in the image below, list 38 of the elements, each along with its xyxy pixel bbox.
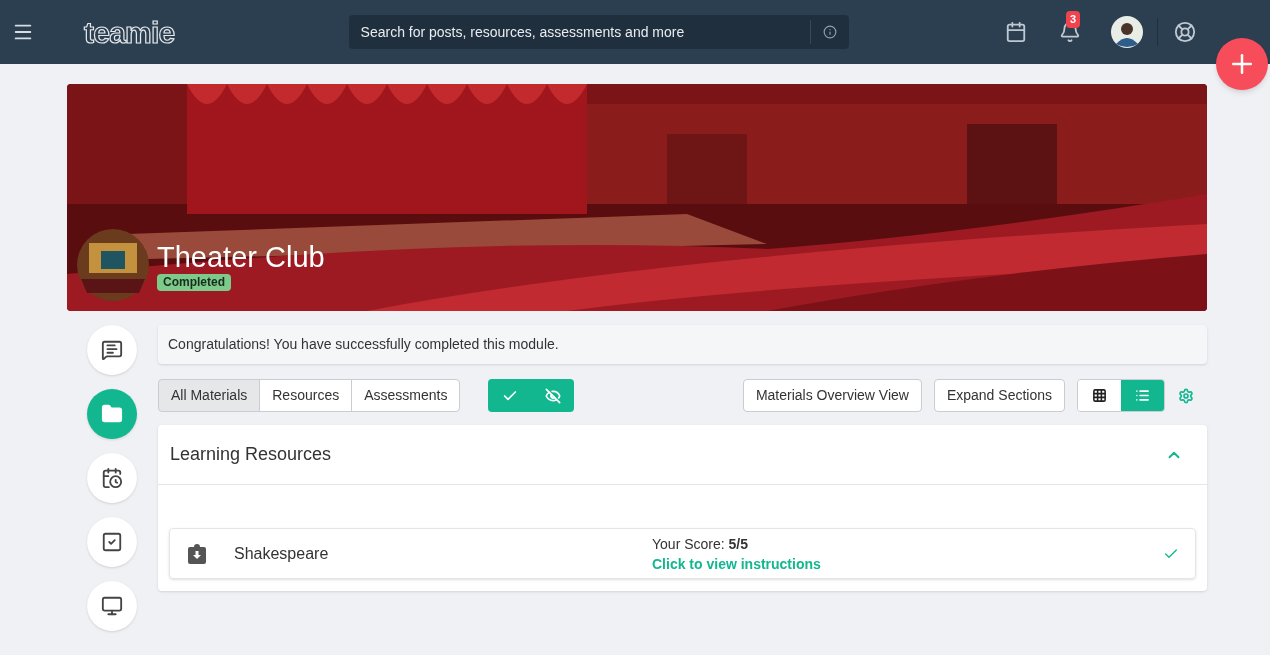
- action-button[interactable]: Expand Sections: [933, 379, 1065, 412]
- info-icon[interactable]: [822, 25, 837, 39]
- help-icon[interactable]: [1174, 21, 1196, 43]
- completion-message: Congratulations! You have successfully completed this module.: [158, 325, 1207, 364]
- nav-item[interactable]: [87, 517, 137, 567]
- resource-title: Shakespeare: [234, 543, 330, 564]
- add-button[interactable]: [1216, 38, 1268, 90]
- show-completed-toggle[interactable]: [488, 379, 532, 412]
- search-field[interactable]: Search for posts, resources, assessments and more: [348, 15, 849, 49]
- checkbox-icon: [101, 531, 123, 553]
- logo[interactable]: teamie: [84, 9, 175, 55]
- nav-item[interactable]: [87, 325, 137, 375]
- notification-badge: 3: [1066, 11, 1081, 28]
- score-text: Your Score: 5/5: [652, 534, 749, 554]
- filter-tab[interactable]: Resources: [259, 379, 353, 412]
- filter-tab[interactable]: All Materials: [158, 379, 261, 412]
- resource-row[interactable]: Shakespeare Your Score: 5/5 Click to view instructions: [169, 528, 1196, 579]
- nav-item[interactable]: [87, 581, 137, 631]
- avatar[interactable]: [1111, 16, 1143, 48]
- show-hidden-toggle[interactable]: [531, 379, 575, 412]
- course-avatar: [77, 229, 149, 301]
- filter-tab[interactable]: Assessments: [351, 379, 461, 412]
- bell-icon[interactable]: [1059, 21, 1081, 43]
- course-title: Theater Club: [157, 239, 325, 274]
- grid-view-button[interactable]: [1078, 380, 1121, 411]
- eye-off-icon: [544, 387, 561, 404]
- grid-icon: [1092, 388, 1107, 403]
- monitor-icon: [101, 595, 123, 617]
- nav-item[interactable]: [87, 453, 137, 503]
- calendar-icon[interactable]: [1005, 21, 1027, 43]
- folder-icon: [101, 403, 123, 425]
- list-icon: [1135, 388, 1150, 403]
- chat-icon: [101, 339, 123, 361]
- section-title: Learning Resources: [170, 443, 333, 466]
- calendar-clock-icon: [101, 467, 123, 489]
- clipboard-download-icon: [188, 543, 206, 564]
- search-input[interactable]: Search for posts, resources, assessments and more: [360, 21, 810, 43]
- action-button[interactable]: Materials Overview View: [742, 379, 922, 412]
